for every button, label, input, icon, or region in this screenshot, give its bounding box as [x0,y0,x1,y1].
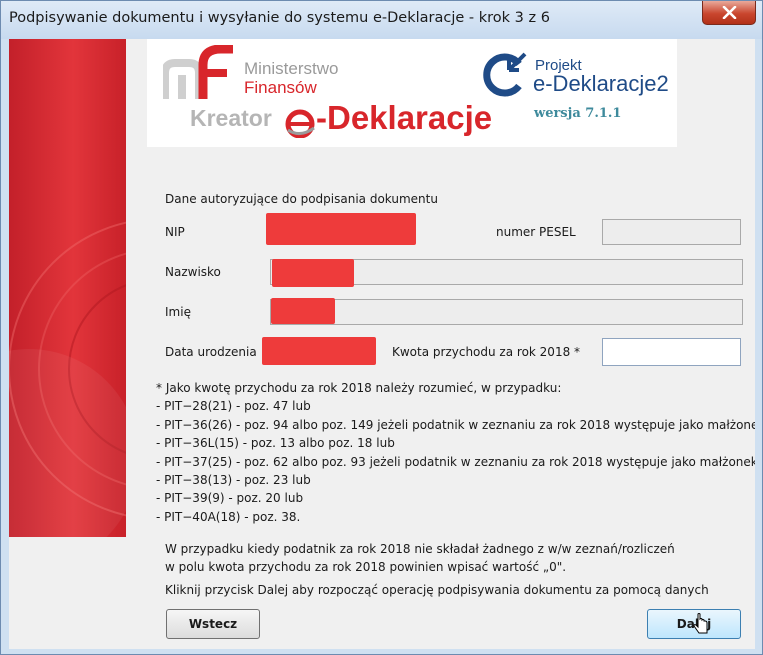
footer-note-line2: w polu kwota przychodu za rok 2018 powin… [165,560,567,574]
mf-logo-icon [163,45,233,99]
data-urodzenia-label: Data urodzenia [165,345,257,359]
nazwisko-value-redacted [272,259,354,287]
kwota-przychodu-input[interactable] [602,338,741,366]
note-line: - PIT−36(26) - poz. 94 albo poz. 149 jeż… [156,417,755,432]
ministry-name-line2: Finansów [244,78,317,97]
ministry-name-line1: Ministerstwo [244,59,339,78]
kwota-label: Kwota przychodu za rok 2018 * [392,345,581,359]
footer-note-line1: W przypadku kiedy podatnik za rok 2018 n… [165,542,675,556]
nip-field-redacted[interactable] [266,213,416,245]
kreator-label: Kreator [190,105,272,131]
version-label: wersja 7.1.1 [534,106,622,121]
note-line: - PIT−37(25) - poz. 62 albo poz. 93 jeże… [156,454,755,469]
pesel-label: numer PESEL [496,225,576,239]
note-line: - PIT−39(9) - poz. 20 lub [156,491,304,506]
dialog-window: Podpisywanie dokumentu i wysyłanie do sy… [0,0,763,655]
decorative-arcs [9,221,126,537]
note-line: - PIT−36L(15) - poz. 13 albo poz. 18 lub [156,436,395,451]
title-bar[interactable]: Podpisywanie dokumentu i wysyłanie do sy… [1,1,762,39]
window-title: Podpisywanie dokumentu i wysyłanie do sy… [9,10,550,26]
note-line: - PIT−40A(18) - poz. 38. [156,509,301,524]
close-button[interactable] [702,1,756,25]
side-decoration-panel [9,39,126,537]
data-urodzenia-field-redacted[interactable] [262,337,376,365]
deklaracje-logo-text: -Deklaracje [316,99,493,136]
header-banner: Ministerstwo Finansów Kreator -Deklaracj… [147,39,677,147]
footer-note-line3: Kliknij przycisk Dalej aby rozpocząć ope… [165,583,709,597]
note-line: - PIT−28(21) - poz. 47 lub [156,399,311,414]
edeklaracje2-label: e-Deklaracje2 [533,71,669,96]
e-logo-icon [285,109,315,138]
imie-value-redacted [271,298,335,324]
pesel-field[interactable] [602,219,741,245]
edeklaracje2-logo-icon [483,52,527,97]
mouse-cursor-icon [693,613,708,634]
notes-list: * Jako kwotę przychodu za rok 2018 należ… [156,379,755,526]
note-line: - PIT−38(13) - poz. 23 lub [156,472,311,487]
close-icon [722,6,737,19]
section-title: Dane autoryzujące do podpisania dokument… [165,192,438,206]
imie-field[interactable] [270,299,743,325]
back-button[interactable]: Wstecz [166,609,260,639]
note-line: * Jako kwotę przychodu za rok 2018 należ… [156,381,562,395]
nazwisko-label: Nazwisko [165,265,221,279]
imie-label: Imię [165,305,191,319]
dialog-client-area: Ministerstwo Finansów Kreator -Deklaracj… [9,39,755,649]
nip-label: NIP [165,225,185,239]
